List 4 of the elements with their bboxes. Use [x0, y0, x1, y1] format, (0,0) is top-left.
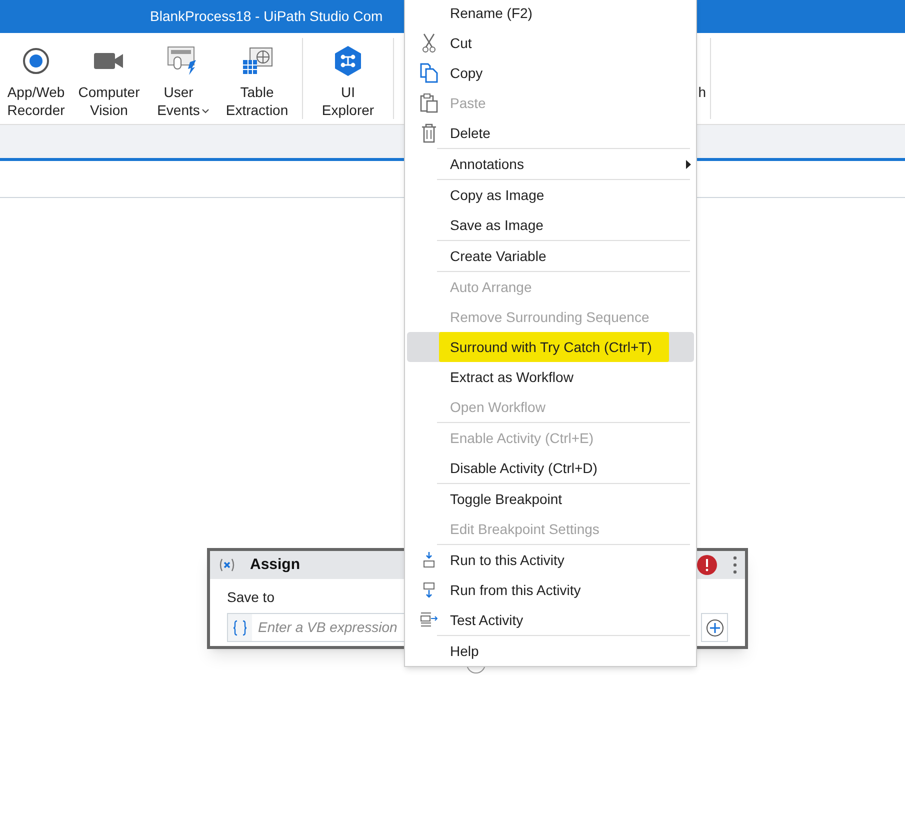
window-title: BlankProcess18 - UiPath Studio Com	[150, 7, 383, 26]
field-label: Save to	[227, 588, 274, 607]
activity-title: Assign	[250, 554, 300, 575]
ribbon-label: h	[698, 83, 706, 102]
